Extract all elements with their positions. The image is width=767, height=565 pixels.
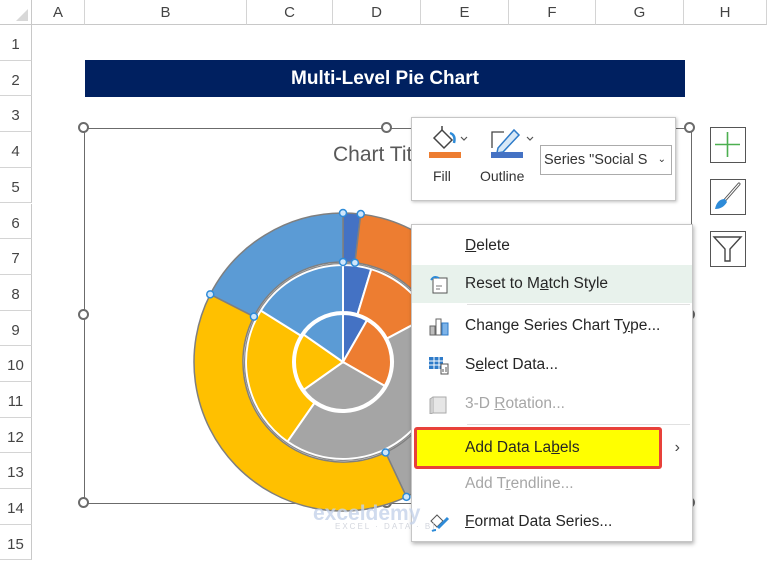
change-chart-type-icon (429, 318, 449, 336)
selection-point[interactable] (381, 448, 390, 457)
selection-point[interactable] (356, 209, 365, 219)
menu-item-change-series-chart-type[interactable]: Change Series Chart Type... (412, 307, 692, 345)
select-data-icon (429, 357, 449, 375)
outline-color-swatch (491, 152, 523, 158)
menu-separator (467, 304, 690, 305)
chart-elements-button[interactable] (710, 127, 746, 163)
pencil-outline-icon (491, 128, 534, 158)
fill-button[interactable] (428, 124, 472, 167)
menu-item-add-trendline: Add Trendline... (412, 465, 692, 503)
outline-button[interactable] (490, 124, 538, 167)
menu-item-label: Select Data... (465, 356, 559, 373)
fill-color-swatch (429, 152, 461, 158)
menu-item-label: 3-D Rotation... (465, 395, 565, 412)
menu-separator (467, 424, 690, 425)
reset-style-icon (430, 275, 448, 294)
3d-rotation-icon (429, 396, 447, 414)
menu-item-label: Delete (465, 237, 510, 254)
watermark-tagline: EXCEL · DATA · BI (335, 522, 437, 531)
menu-item-delete[interactable]: Delete (412, 227, 692, 265)
format-mini-toolbar: Fill Outline Series "Social S ⌄ (411, 117, 676, 201)
chart-filters-button[interactable] (710, 231, 746, 267)
selection-point[interactable] (338, 208, 348, 218)
menu-item-3-d-rotation: 3-D Rotation... (412, 385, 692, 423)
chevron-down-icon: ⌄ (657, 154, 666, 165)
menu-item-format-data-series[interactable]: Format Data Series... (412, 503, 692, 541)
outline-label: Outline (480, 168, 525, 184)
selection-point[interactable] (205, 290, 215, 299)
series-selector-value: Series "Social S (544, 152, 648, 168)
menu-item-add-data-labels[interactable]: Add Data Labels › (412, 427, 692, 469)
menu-item-label: Reset to Match Style (465, 275, 609, 292)
menu-item-label: Format Data Series... (465, 513, 613, 530)
series-selector-dropdown[interactable]: Series "Social S ⌄ (540, 145, 672, 175)
selection-point[interactable] (249, 312, 259, 321)
watermark: exceldemy EXCEL · DATA · BI (313, 502, 436, 531)
menu-item-reset-to-match-style[interactable]: Reset to Match Style (412, 265, 692, 303)
paint-bucket-icon (429, 126, 468, 158)
plus-icon (715, 132, 740, 157)
paintbrush-icon (715, 182, 741, 209)
chart-styles-button[interactable] (710, 179, 746, 215)
context-menu: Delete Reset to Match Style Change Series … (411, 224, 693, 542)
menu-item-label: Change Series Chart Type... (465, 317, 661, 334)
submenu-chevron-right-icon: › (674, 439, 680, 456)
menu-item-label: Add Data Labels (465, 439, 580, 456)
selection-point[interactable] (402, 492, 411, 502)
selection-point[interactable] (338, 257, 348, 267)
filter-icon (712, 236, 743, 262)
menu-item-label: Add Trendline... (465, 475, 574, 492)
menu-item-select-data[interactable]: Select Data... (412, 346, 692, 384)
selection-point[interactable] (350, 258, 360, 267)
fill-label: Fill (433, 168, 451, 184)
